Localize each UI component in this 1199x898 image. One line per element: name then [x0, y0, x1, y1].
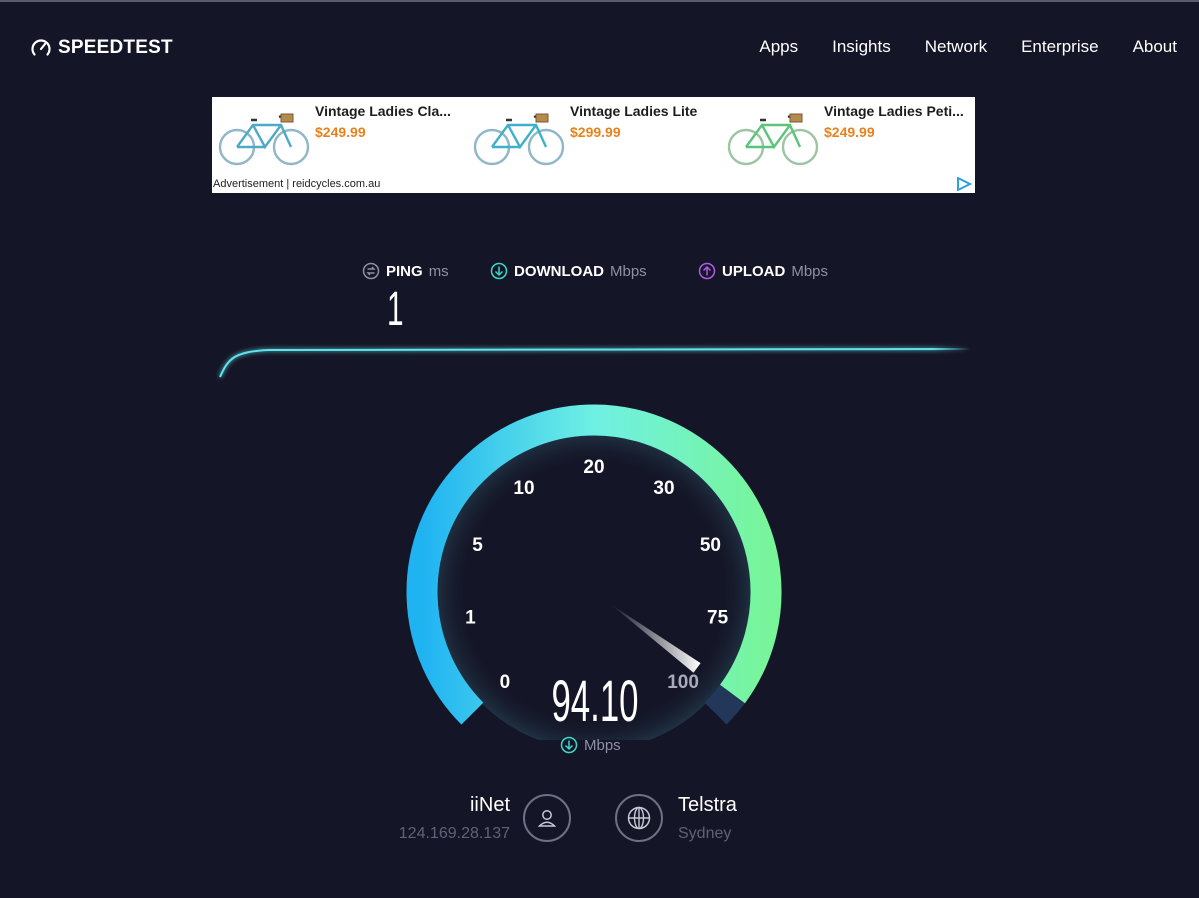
download-metric: DOWNLOAD Mbps	[490, 262, 647, 280]
ad-footer[interactable]: Advertisement | reidcycles.com.au	[213, 178, 380, 190]
ad-item[interactable]: Vintage Ladies Lite $299.99	[467, 97, 721, 177]
upload-unit: Mbps	[791, 262, 829, 280]
ad-title: Vintage Ladies Cla...	[315, 103, 451, 119]
ping-unit: ms	[428, 262, 449, 280]
gauge-tick-label: 50	[700, 535, 721, 556]
speedtest-logo[interactable]: SPEEDTEST	[30, 36, 173, 60]
speed-graph-line	[219, 348, 971, 378]
ping-label: PING	[386, 262, 423, 280]
download-icon	[560, 736, 578, 754]
ad-title: Vintage Ladies Peti...	[824, 103, 964, 119]
server-button[interactable]	[615, 794, 663, 842]
gauge-tick-label: 1	[465, 608, 476, 629]
nav-network[interactable]: Network	[925, 37, 987, 57]
ping-icon	[362, 262, 380, 280]
upload-metric: UPLOAD Mbps	[698, 262, 828, 280]
ad-item[interactable]: Vintage Ladies Peti... $249.99	[721, 97, 975, 177]
gauge-tick-label: 100	[667, 672, 699, 693]
ping-value: 1	[387, 283, 404, 336]
ad-price: $299.99	[570, 124, 621, 140]
ad-item[interactable]: Vintage Ladies Cla... $249.99	[212, 97, 466, 177]
server-location[interactable]: Sydney	[678, 825, 731, 843]
user-icon	[537, 810, 557, 827]
bicycle-image	[218, 113, 310, 166]
nav-about[interactable]: About	[1133, 37, 1177, 57]
speed-unit: Mbps	[560, 736, 621, 754]
ad-price: $249.99	[315, 124, 366, 140]
download-unit: Mbps	[610, 262, 647, 280]
advertisement-banner: Vintage Ladies Cla... $249.99 Vintage La…	[212, 97, 975, 193]
gauge-tick-label: 30	[653, 478, 674, 499]
nav-apps[interactable]: Apps	[759, 37, 798, 57]
user-button[interactable]	[523, 794, 571, 842]
download-icon	[490, 262, 508, 280]
ad-price: $249.99	[824, 124, 875, 140]
server-name[interactable]: Telstra	[678, 794, 737, 817]
isp-name: iiNet	[469, 794, 510, 816]
gauge-tick-label: 10	[513, 478, 534, 499]
nav-enterprise[interactable]: Enterprise	[1021, 37, 1098, 57]
speed-value: 94.10	[551, 669, 639, 734]
main-nav: Apps Insights Network Enterprise About	[759, 37, 1177, 57]
bicycle-image	[727, 113, 819, 166]
gauge-tick-label: 75	[707, 608, 729, 629]
ad-title: Vintage Ladies Lite	[570, 103, 698, 119]
gauge-logo-icon	[31, 39, 51, 56]
logo-text: SPEEDTEST	[58, 37, 173, 58]
nav-insights[interactable]: Insights	[832, 37, 891, 57]
gauge-tick-label: 5	[472, 535, 483, 556]
download-label: DOWNLOAD	[514, 262, 604, 280]
top-border	[0, 0, 1199, 2]
upload-icon	[698, 262, 716, 280]
adchoices-icon[interactable]	[956, 177, 972, 191]
bicycle-image	[473, 113, 565, 166]
gauge-tick-label: 0	[500, 672, 511, 693]
speed-unit-label: Mbps	[584, 736, 621, 754]
isp-ip: 124.169.28.137	[398, 825, 510, 842]
gauge-tick-label: 20	[583, 457, 604, 478]
globe-icon	[627, 806, 651, 830]
ping-metric: PING ms	[362, 262, 449, 280]
upload-label: UPLOAD	[722, 262, 786, 280]
